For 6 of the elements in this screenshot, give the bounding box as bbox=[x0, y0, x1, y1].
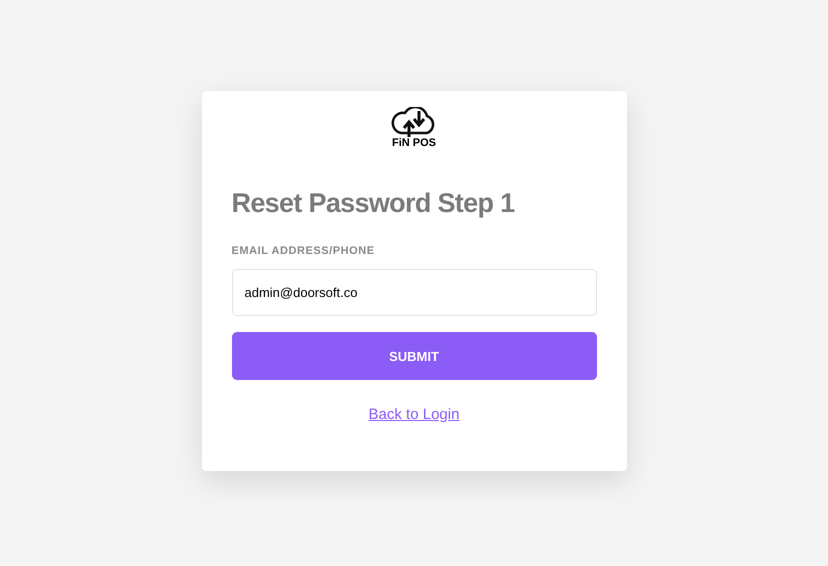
email-field[interactable]: admin@doorsoft.co bbox=[232, 269, 596, 316]
submit-button[interactable]: SUBMIT bbox=[232, 332, 596, 380]
field-label: EMAIL ADDRESS/PHONE bbox=[232, 244, 376, 259]
logo-text: FiN POS bbox=[392, 138, 436, 149]
back-to-login-link[interactable]: Back to Login bbox=[368, 404, 460, 427]
page-title: Reset Password Step 1 bbox=[232, 187, 516, 220]
